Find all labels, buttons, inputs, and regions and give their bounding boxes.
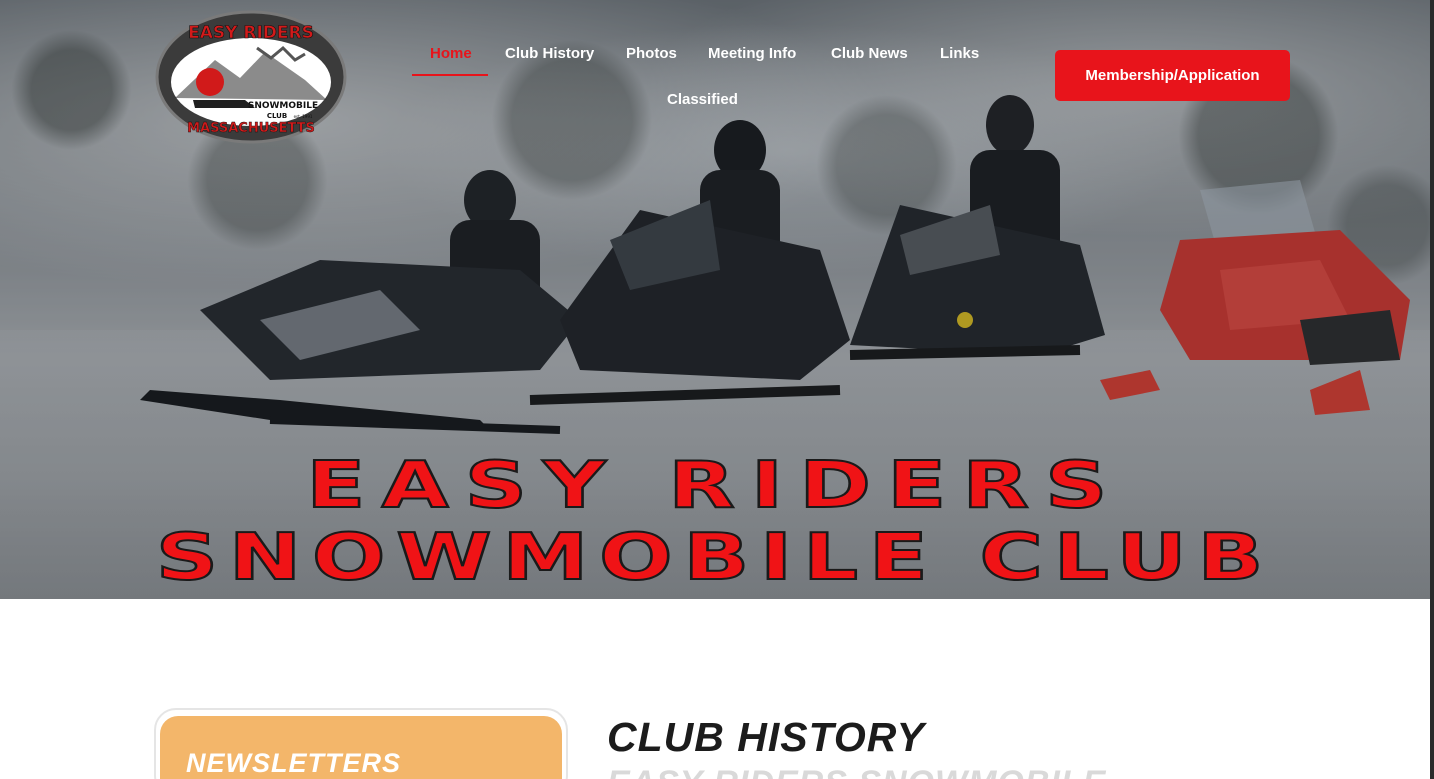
- logo-bottom-text: MASSACHUSETTS: [187, 121, 315, 136]
- nav-photos[interactable]: Photos: [626, 45, 677, 62]
- main-nav: Home Club History Photos Meeting Info Cl…: [412, 40, 1012, 120]
- nav-classified[interactable]: Classified: [667, 91, 738, 108]
- nav-home[interactable]: Home: [430, 45, 472, 62]
- nav-club-history[interactable]: Club History: [505, 45, 594, 62]
- newsletters-card[interactable]: NEWSLETTERS: [154, 708, 568, 779]
- club-logo[interactable]: EASY RIDERS SNOWMOBILE CLUB est. 1991 MA…: [155, 10, 347, 144]
- hero-title-line2: SNOWMOBILE CLUB: [155, 521, 1275, 595]
- newsletters-title: NEWSLETTERS: [186, 748, 402, 778]
- club-history-heading: CLUB HISTORY: [607, 714, 926, 760]
- hero-title-line1: EASY RIDERS: [305, 449, 1124, 523]
- page-scrollbar[interactable]: [1430, 0, 1434, 779]
- nav-club-news[interactable]: Club News: [831, 45, 908, 62]
- logo-top-text: EASY RIDERS: [188, 23, 314, 43]
- nav-active-underline: [412, 74, 488, 76]
- nav-meeting-info[interactable]: Meeting Info: [708, 45, 796, 62]
- logo-club-text: CLUB: [267, 112, 287, 120]
- logo-mid-text: SNOWMOBILE: [248, 101, 318, 111]
- membership-application-button[interactable]: Membership/Application: [1055, 50, 1290, 101]
- hero-title: EASY RIDERS SNOWMOBILE CLUB: [0, 449, 1430, 595]
- nav-links[interactable]: Links: [940, 45, 979, 62]
- hero-banner: EASY RIDERS SNOWMOBILE CLUB est. 1991 MA…: [0, 0, 1430, 599]
- logo-est-text: est. 1991: [294, 114, 313, 119]
- club-history-subheading: EASY RIDERS SNOWMOBILE: [607, 764, 1106, 779]
